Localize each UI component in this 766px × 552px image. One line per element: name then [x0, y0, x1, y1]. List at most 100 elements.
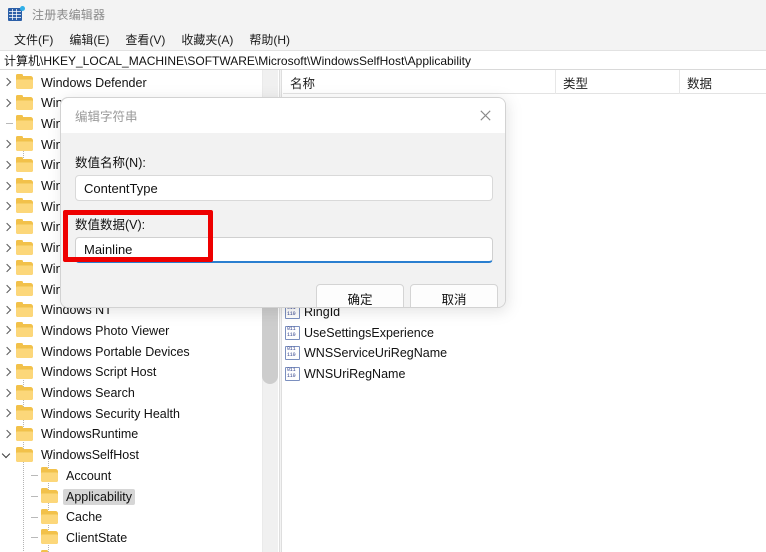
dialog-body: 数值名称(N): ContentType 数值数据(V): Mainline 确… — [61, 133, 505, 307]
column-header-type[interactable]: 类型 — [555, 70, 679, 94]
window-title: 注册表编辑器 — [32, 7, 106, 22]
tree-item[interactable]: Windows Portable Devices — [0, 341, 262, 362]
tree-connector — [0, 113, 16, 134]
tree-item-label: Windows Security Health — [41, 406, 180, 421]
folder-icon — [16, 384, 33, 400]
menu-view[interactable]: 查看(V) — [117, 29, 173, 50]
string-value-icon — [285, 325, 300, 340]
value-name-cell: WNSServiceUriRegName — [285, 346, 447, 361]
folder-icon — [16, 301, 33, 317]
value-name-input[interactable]: ContentType — [75, 175, 493, 201]
tree-item-label: ClientState — [66, 530, 128, 545]
chevron-right-icon[interactable] — [0, 383, 16, 404]
tree-connector — [25, 507, 41, 528]
chevron-right-icon[interactable] — [0, 279, 16, 300]
chevron-right-icon[interactable] — [0, 300, 16, 321]
menu-edit[interactable]: 编辑(E) — [61, 29, 117, 50]
chevron-right-icon[interactable] — [0, 93, 16, 114]
folder-icon — [16, 363, 33, 379]
folder-icon — [16, 115, 33, 131]
column-header-data[interactable]: 数据 — [679, 70, 766, 94]
menu-bar: 文件(F) 编辑(E) 查看(V) 收藏夹(A) 帮助(H) — [0, 28, 766, 50]
chevron-right-icon[interactable] — [0, 362, 16, 383]
cancel-button[interactable]: 取消 — [410, 284, 498, 307]
menu-help[interactable]: 帮助(H) — [241, 29, 298, 50]
chevron-down-icon[interactable] — [0, 445, 16, 466]
value-name-cell: WNSUriRegName — [285, 366, 405, 381]
tree-item[interactable]: WindowsSelfHost — [0, 445, 262, 466]
tree-item[interactable]: Windows Search — [0, 383, 262, 404]
chevron-right-icon[interactable] — [0, 134, 16, 155]
tree-item[interactable]: Windows Defender — [0, 72, 262, 93]
folder-icon — [16, 322, 33, 338]
folder-icon — [16, 218, 33, 234]
registry-editor-icon — [8, 6, 25, 22]
registry-editor-window: 注册表编辑器 文件(F) 编辑(E) 查看(V) 收藏夹(A) 帮助(H) 计算… — [0, 0, 766, 552]
chevron-right-icon[interactable] — [0, 258, 16, 279]
tree-item[interactable]: Cache — [0, 507, 262, 528]
chevron-right-icon[interactable] — [0, 341, 16, 362]
chevron-right-icon[interactable] — [0, 176, 16, 197]
folder-icon — [41, 488, 58, 503]
tree-connector — [25, 527, 41, 548]
tree-item[interactable]: Windows Photo Viewer — [0, 320, 262, 341]
dialog-title-bar: 编辑字符串 — [61, 98, 505, 133]
table-row[interactable]: WNSUriRegNameREG_BINARY55 f8 0c a4 f3 — [283, 364, 766, 385]
chevron-right-icon[interactable] — [0, 238, 16, 259]
registry-path: 计算机\HKEY_LOCAL_MACHINE\SOFTWARE\Microsof… — [4, 53, 472, 68]
value-name-label: 数值名称(N): — [75, 156, 146, 170]
tree-item-label: Account — [66, 468, 112, 483]
tree-item[interactable]: Windows Script Host — [0, 362, 262, 383]
folder-icon — [41, 529, 58, 545]
tree-item[interactable]: WindowsRuntime — [0, 424, 262, 445]
tree-connector — [25, 465, 41, 486]
chevron-right-icon[interactable] — [0, 403, 16, 424]
tree-item-label: WindowsSelfHost — [41, 448, 139, 463]
chevron-right-icon[interactable] — [0, 320, 16, 341]
title-bar: 注册表编辑器 — [0, 0, 766, 28]
chevron-right-icon[interactable] — [0, 155, 16, 176]
tree-item[interactable]: Windows Security Health — [0, 403, 262, 424]
tree-connector — [25, 486, 41, 507]
folder-icon — [41, 467, 58, 483]
tree-item-label: Windows Defender — [41, 75, 147, 90]
column-header-name[interactable]: 名称 — [283, 70, 555, 94]
folder-icon — [16, 177, 33, 193]
chevron-right-icon[interactable] — [0, 196, 16, 217]
tree-item-label: Windows Portable Devices — [41, 344, 190, 359]
table-row[interactable]: UseSettingsExperienceREG_DWORD0x00000000… — [283, 323, 766, 344]
folder-icon — [16, 156, 33, 172]
chevron-right-icon[interactable] — [0, 217, 16, 238]
chevron-right-icon[interactable] — [0, 72, 16, 93]
menu-favorites[interactable]: 收藏夹(A) — [173, 29, 241, 50]
string-value-icon — [285, 366, 300, 381]
tree-item-label: WindowsRuntime — [41, 427, 139, 442]
ok-button[interactable]: 确定 — [316, 284, 404, 307]
menu-file[interactable]: 文件(F) — [6, 29, 61, 50]
chevron-right-icon[interactable] — [0, 424, 16, 445]
folder-icon — [16, 425, 33, 441]
address-bar[interactable]: 计算机\HKEY_LOCAL_MACHINE\SOFTWARE\Microsof… — [0, 50, 766, 70]
edit-string-dialog: 编辑字符串 数值名称(N): ContentType 数值数据(V): Main… — [60, 97, 506, 308]
tree-item-label: Windows Script Host — [41, 365, 157, 380]
folder-icon — [16, 136, 33, 152]
folder-icon — [16, 74, 33, 89]
folder-icon — [16, 343, 33, 359]
tree-item[interactable]: Account — [0, 465, 262, 486]
list-column-headers: 名称 类型 数据 — [283, 70, 766, 94]
tree-item-label: Windows Search — [41, 386, 135, 400]
tree-item[interactable]: Driver — [0, 548, 262, 552]
value-name-cell: UseSettingsExperience — [285, 325, 434, 340]
folder-icon — [16, 239, 33, 255]
tree-item[interactable]: Applicability — [0, 486, 262, 507]
string-value-icon — [285, 346, 300, 361]
value-data-label: 数值数据(V): — [75, 218, 146, 232]
table-row[interactable]: WNSServiceUriRegNameREG_BINARY55 f8 0c a… — [283, 343, 766, 364]
tree-item[interactable]: ClientState — [0, 527, 262, 548]
tree-item-label: Windows Photo Viewer — [41, 323, 170, 338]
close-icon[interactable] — [463, 98, 505, 133]
folder-icon — [16, 405, 33, 421]
dialog-title: 编辑字符串 — [75, 110, 138, 124]
value-data-input[interactable]: Mainline — [75, 237, 493, 263]
tree-item-label: Applicability — [63, 488, 136, 505]
